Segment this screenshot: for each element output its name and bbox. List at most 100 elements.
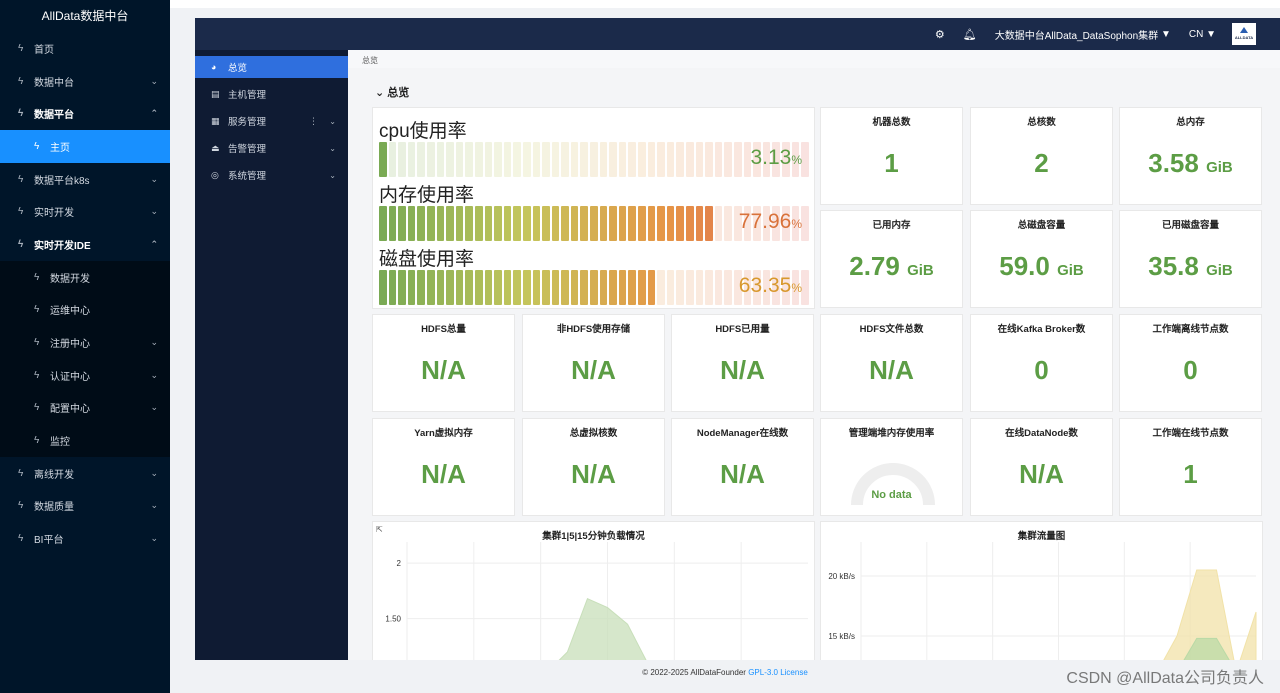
stat-card: 总内存 3.58 GiB bbox=[1119, 107, 1262, 205]
row-title[interactable]: ⌄ 总览 bbox=[375, 84, 409, 100]
chevron-down-icon: ⌄ bbox=[150, 369, 158, 380]
chart-title: 集群流量图 bbox=[1017, 531, 1066, 542]
top-strip bbox=[170, 0, 1280, 8]
usage-unit: % bbox=[791, 281, 802, 295]
row-title-label: 总览 bbox=[387, 87, 410, 99]
sidebar-item-main-page[interactable]: ϟ 主页 bbox=[0, 130, 170, 163]
stat-value: 2.79 GiB bbox=[821, 251, 962, 282]
usage-bar-segment bbox=[551, 206, 560, 241]
stat-value: 0 bbox=[971, 355, 1112, 386]
usage-bar-segment bbox=[532, 142, 541, 177]
bolt-icon: ϟ bbox=[18, 467, 24, 479]
sidebar-item-ops-center[interactable]: ϟ 运维中心 bbox=[0, 293, 170, 327]
app-frame: ⚙ 🔔︎ 大数据中台AllData_DataSophon集群 ▼ CN ▼ AL… bbox=[195, 18, 1280, 660]
usage-bar-segment bbox=[455, 206, 464, 241]
usage-bar-segment bbox=[657, 270, 665, 305]
usage-bar-segment bbox=[522, 270, 531, 305]
frame-header: ⚙ 🔔︎ 大数据中台AllData_DataSophon集群 ▼ CN ▼ AL… bbox=[195, 18, 1280, 50]
sidebar-item-bi-platform[interactable]: ϟ BI平台 ⌄ bbox=[0, 522, 170, 555]
sidebar-item-offline-dev[interactable]: ϟ 离线开发 ⌄ bbox=[0, 457, 170, 490]
inner-nav-alert-mgmt[interactable]: ⏏ 告警管理 ⌄ bbox=[195, 137, 348, 159]
usage-bar-segment bbox=[628, 206, 637, 241]
usage-bar-segment bbox=[388, 142, 397, 177]
usage-bar-segment bbox=[570, 270, 579, 305]
sidebar-item-label: 离线开发 bbox=[34, 469, 74, 481]
sidebar-item-label: 实时开发IDE bbox=[34, 240, 91, 252]
sidebar-item-realtime-ide[interactable]: ϟ 实时开发IDE ⌃ bbox=[0, 228, 170, 261]
stat-value: 2 bbox=[971, 148, 1112, 179]
usage-bar-segment bbox=[657, 142, 665, 177]
usage-value: 3.13% bbox=[750, 146, 802, 170]
usage-bar-segment bbox=[426, 206, 435, 241]
sidebar-item-auth-center[interactable]: ϟ 认证中心 ⌄ bbox=[0, 358, 170, 392]
inner-nav-service-mgmt[interactable]: ▦ 服务管理 ⋮ ⌄ bbox=[195, 110, 348, 132]
stat-card: 在线Kafka Broker数 0 bbox=[970, 314, 1113, 412]
usage-bar-segment bbox=[676, 206, 684, 241]
bolt-icon: ϟ bbox=[18, 238, 24, 250]
pie-chart-icon: ◕ bbox=[211, 62, 217, 72]
y-tick-label: 20 kB/s bbox=[828, 572, 855, 581]
inner-nav-system-mgmt[interactable]: ◎ 系统管理 ⌄ bbox=[195, 164, 348, 186]
sidebar-item-registry-center[interactable]: ϟ 注册中心 ⌄ bbox=[0, 326, 170, 359]
series-area bbox=[558, 597, 647, 660]
usage-bar-segment bbox=[551, 270, 560, 305]
sidebar-item-realtime-dev[interactable]: ϟ 实时开发 ⌄ bbox=[0, 195, 170, 228]
traffic-chart: 20 kB/s15 kB/s10 kB/s bbox=[828, 542, 1257, 660]
sidebar-item-data-middle[interactable]: ϟ 数据中台 ⌄ bbox=[0, 65, 170, 98]
usage-bar bbox=[379, 142, 809, 177]
bolt-icon: ϟ bbox=[18, 206, 24, 218]
usage-bar-segment bbox=[436, 270, 445, 305]
usage-bar-segment bbox=[484, 206, 493, 241]
usage-bar-segment bbox=[724, 142, 732, 177]
inner-nav-overview[interactable]: ◕ 总览 bbox=[195, 56, 348, 78]
usage-bar-segment bbox=[503, 142, 512, 177]
sidebar: AllData数据中台 ϟ 首页 ϟ 数据中台 ⌄ ϟ 数据平台 ⌃ ϟ 主页 ϟ 数据平台k… bbox=[0, 0, 170, 693]
stat-card: 工作端在线节点数 1 bbox=[1119, 418, 1262, 516]
stat-title: 机器总数 bbox=[872, 117, 911, 128]
usage-bar-segment bbox=[724, 270, 732, 305]
sidebar-item-data-platform-k8s[interactable]: ϟ 数据平台k8s ⌄ bbox=[0, 163, 170, 196]
sidebar-item-monitor[interactable]: ϟ 监控 bbox=[0, 424, 170, 457]
stat-card: HDFS总量 N/A bbox=[372, 314, 515, 412]
sidebar-item-home[interactable]: ϟ 首页 bbox=[0, 32, 170, 65]
sidebar-item-data-quality[interactable]: ϟ 数据质量 ⌄ bbox=[0, 490, 170, 523]
language-selector[interactable]: CN ▼ bbox=[1189, 29, 1216, 40]
inner-nav-label: 服务管理 bbox=[228, 117, 267, 128]
sidebar-item-data-platform[interactable]: ϟ 数据平台 ⌃ bbox=[0, 97, 170, 130]
license-link[interactable]: GPL-3.0 License bbox=[748, 668, 808, 677]
chevron-up-icon: ⌃ bbox=[150, 238, 158, 249]
more-icon[interactable]: ⋮ bbox=[309, 116, 318, 127]
sidebar-item-label: 监控 bbox=[50, 437, 70, 449]
usage-bar-segment bbox=[379, 270, 387, 305]
inner-nav-host-mgmt[interactable]: ▤ 主机管理 bbox=[195, 83, 348, 105]
sidebar-item-label: 实时开发 bbox=[34, 208, 74, 220]
stat-number: N/A bbox=[1019, 459, 1064, 489]
inner-nav-label: 系统管理 bbox=[228, 171, 267, 182]
stat-title: 工作端离线节点数 bbox=[1152, 324, 1229, 335]
chevron-down-icon: ⌄ bbox=[150, 337, 158, 348]
bolt-icon: ϟ bbox=[34, 304, 40, 316]
usage-bar-segment bbox=[599, 206, 608, 241]
sidebar-item-config-center[interactable]: ϟ 配置中心 ⌄ bbox=[0, 391, 170, 425]
chevron-up-icon: ⌃ bbox=[150, 108, 158, 119]
stat-number: 1 bbox=[884, 148, 899, 178]
sidebar-item-label: 数据开发 bbox=[50, 273, 90, 285]
usage-bar-segment bbox=[714, 270, 723, 305]
stat-title: HDFS已用量 bbox=[715, 324, 770, 335]
stat-number: 2.79 bbox=[849, 251, 900, 281]
external-link-icon[interactable]: ⇱ bbox=[376, 525, 383, 534]
cluster-selector[interactable]: 大数据中台AllData_DataSophon集群 ▼ bbox=[995, 27, 1171, 42]
usage-bar-segment bbox=[436, 206, 445, 241]
bolt-icon: ϟ bbox=[18, 500, 24, 512]
usage-bar-segment bbox=[465, 206, 473, 241]
usage-bar-segment bbox=[484, 270, 493, 305]
usage-bar-segment bbox=[618, 270, 627, 305]
sidebar-item-data-dev[interactable]: ϟ 数据开发 bbox=[0, 260, 170, 294]
bell-icon[interactable]: 🔔︎ bbox=[963, 28, 977, 41]
usage-bar-segment bbox=[686, 206, 694, 241]
sidebar-title: AllData数据中台 bbox=[41, 9, 129, 23]
usage-bar-segment bbox=[609, 270, 617, 305]
stat-card: 管理端堆内存使用率 No data bbox=[820, 418, 963, 516]
bolt-icon: ϟ bbox=[34, 369, 40, 381]
gear-icon[interactable]: ⚙ bbox=[935, 28, 945, 41]
